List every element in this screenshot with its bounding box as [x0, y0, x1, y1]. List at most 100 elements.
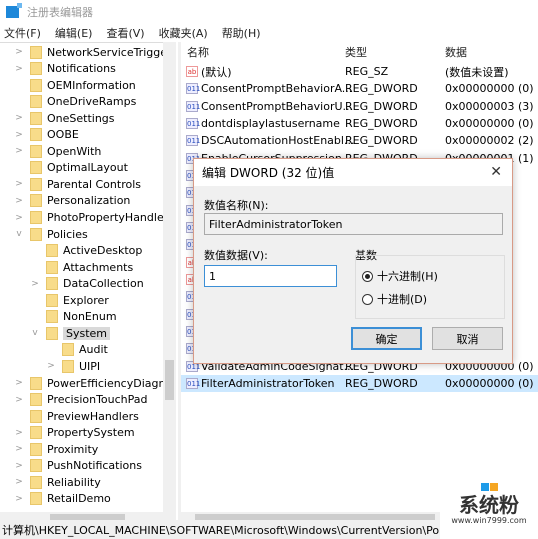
list-row[interactable]: 011 FilterAdministratorToken REG_DWORD 0x00… [181, 374, 538, 392]
ok-button[interactable]: 确定 [351, 327, 422, 350]
watermark-url: www.win7999.com [451, 516, 527, 525]
chevron-right-icon[interactable]: > [14, 130, 24, 140]
tree-item-label: Attachments [63, 260, 134, 274]
folder-icon [46, 310, 58, 324]
tree-item[interactable]: OptimalLayout [14, 160, 128, 176]
tree-item[interactable]: > NetworkServiceTrigger [14, 44, 172, 60]
chevron-right-icon[interactable]: > [14, 146, 24, 156]
tree-item-label: PrecisionTouchPad [47, 393, 148, 407]
tree-item[interactable]: > PowerEfficiencyDiagnos [14, 375, 176, 391]
tree-item[interactable]: > Reliability [14, 474, 101, 490]
scroll-thumb[interactable] [165, 360, 174, 400]
tree-item[interactable]: > PhotoPropertyHandler [14, 210, 168, 226]
chevron-right-icon[interactable]: > [14, 113, 24, 123]
folder-icon [30, 211, 42, 224]
tree-item[interactable]: Attachments [30, 259, 133, 275]
tree-item[interactable]: > Proximity [14, 441, 98, 457]
tree-item[interactable]: > OpenWith [14, 143, 101, 159]
menu-file[interactable]: 文件(F) [4, 25, 41, 41]
folder-icon [30, 459, 42, 473]
tree-item-label: NonEnum [63, 310, 117, 324]
tree-item-label: Audit [79, 343, 108, 357]
chevron-right-icon[interactable]: > [46, 361, 56, 371]
chevron-right-icon[interactable]: > [14, 179, 24, 189]
binary-value-icon: 011 [186, 83, 201, 95]
menu-bar: 文件(F) 编辑(E) 查看(V) 收藏夹(A) 帮助(H) [0, 24, 275, 42]
tree-item[interactable]: > OOBE [14, 127, 79, 143]
column-header-name[interactable]: 名称 [187, 44, 209, 60]
watermark-logo: 系统粉 www.win7999.com [440, 480, 538, 539]
folder-icon [46, 293, 58, 307]
tree-item[interactable]: Explorer [30, 292, 109, 308]
tree-item[interactable]: > Notifications [14, 61, 116, 77]
folder-icon [30, 475, 42, 489]
folder-icon [30, 62, 42, 76]
tree-item-label: RetailDemo [47, 492, 111, 506]
chevron-right-icon[interactable]: > [14, 47, 24, 57]
tree-item-label: PreviewHandlers [47, 409, 139, 423]
tree-item[interactable]: > RetailDemo [14, 491, 111, 507]
tree-item[interactable]: > PropertySystem [14, 425, 135, 441]
tree-item-label: ActiveDesktop [63, 244, 143, 258]
column-header-data[interactable]: 数据 [445, 44, 467, 60]
chevron-down-icon[interactable]: v [14, 229, 24, 239]
list-row[interactable]: 011 dontdisplaylastusername REG_DWORD 0x000… [181, 115, 538, 132]
value-type: REG_DWORD [345, 134, 418, 148]
tree-item[interactable]: > PushNotifications [14, 458, 142, 474]
tree-item-label: OOBE [47, 128, 79, 142]
tree-item[interactable]: > OneSettings [14, 110, 115, 126]
value-data-label: 数值数据(V): [204, 249, 268, 262]
menu-favorites[interactable]: 收藏夹(A) [159, 25, 208, 41]
radio-unselected-icon[interactable] [362, 293, 373, 305]
chevron-right-icon[interactable]: > [14, 477, 24, 487]
binary-value-icon: 011 [186, 135, 201, 147]
menu-edit[interactable]: 编辑(E) [55, 25, 93, 41]
tree-item[interactable]: NonEnum [30, 309, 117, 325]
tree-item[interactable]: v Policies [14, 226, 88, 242]
tree-item[interactable]: v System [30, 325, 111, 341]
tree-item[interactable]: > Parental Controls [14, 176, 141, 192]
tree-item[interactable]: Audit [46, 342, 108, 358]
list-header: 名称 类型 数据 [181, 42, 538, 62]
chevron-right-icon[interactable]: > [14, 213, 24, 223]
chevron-right-icon[interactable]: > [14, 428, 24, 438]
tree-item[interactable]: > Personalization [14, 193, 130, 209]
close-icon[interactable]: ✕ [490, 164, 502, 180]
tree-item[interactable]: > UIPI [46, 358, 100, 374]
chevron-right-icon[interactable]: > [14, 378, 24, 388]
value-name-field[interactable]: FilterAdministratorToken [204, 213, 503, 235]
value-name: (默认) [201, 65, 232, 79]
tree-item[interactable]: > DataCollection [30, 276, 144, 292]
tree-item[interactable]: OneDriveRamps [14, 94, 136, 110]
chevron-right-icon[interactable]: > [14, 444, 24, 454]
chevron-right-icon[interactable]: > [14, 395, 24, 405]
tree-item[interactable]: ActiveDesktop [30, 243, 142, 259]
chevron-right-icon[interactable]: > [14, 64, 24, 74]
menu-view[interactable]: 查看(V) [106, 25, 144, 41]
list-row[interactable]: 011 DSCAutomationHostEnabl... REG_DWORD 0x0… [181, 132, 538, 149]
tree-vertical-scrollbar[interactable] [163, 42, 176, 512]
folder-icon [62, 343, 74, 357]
cancel-button[interactable]: 取消 [432, 327, 503, 350]
tree-item-label: OneDriveRamps [47, 95, 137, 109]
chevron-right-icon[interactable]: > [14, 494, 24, 504]
radio-selected-icon[interactable] [362, 270, 373, 282]
tree-item[interactable]: OEMInformation [14, 77, 136, 93]
chevron-right-icon[interactable]: > [14, 196, 24, 206]
decimal-radio[interactable]: 十进制(D) [362, 291, 427, 307]
list-row[interactable]: 011 ConsentPromptBehaviorU... REG_DWORD 0x0… [181, 98, 538, 115]
folder-icon [30, 95, 42, 109]
chevron-down-icon[interactable]: v [30, 328, 40, 338]
hex-radio[interactable]: 十六进制(H) [362, 268, 438, 284]
chevron-right-icon[interactable]: > [14, 461, 24, 471]
tree-item[interactable]: PreviewHandlers [14, 408, 139, 424]
value-data-input[interactable]: 1 [204, 265, 337, 287]
value-data: 0x00000000 (0) [445, 376, 534, 390]
folder-icon [30, 227, 42, 241]
tree-item[interactable]: > PrecisionTouchPad [14, 392, 148, 408]
chevron-right-icon[interactable]: > [30, 279, 40, 289]
menu-help[interactable]: 帮助(H) [222, 25, 261, 41]
list-row[interactable]: 011 ConsentPromptBehaviorA... REG_DWORD 0x0… [181, 80, 538, 97]
list-row[interactable]: ab (默认) REG_SZ (数值未设置) [181, 63, 538, 80]
column-header-type[interactable]: 类型 [345, 44, 367, 60]
